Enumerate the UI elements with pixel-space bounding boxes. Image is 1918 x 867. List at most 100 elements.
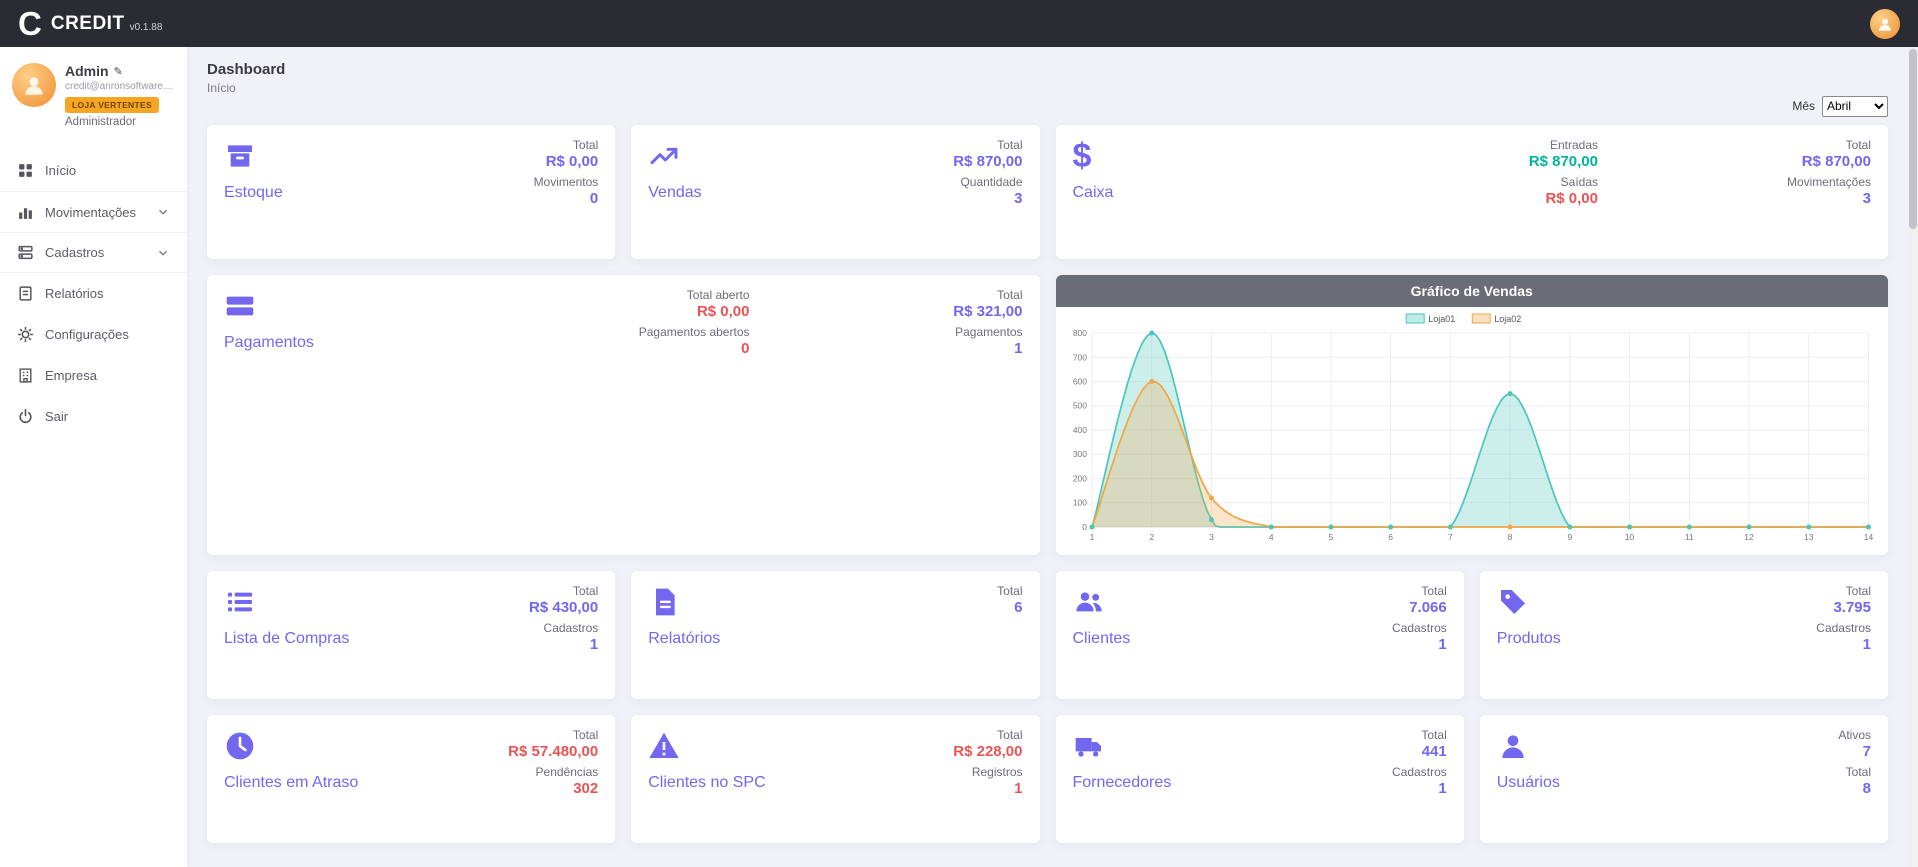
card-stats: Total R$ 430,00 Cadastros 1 <box>529 584 598 658</box>
card-stats: Total 7.066 Cadastros 1 <box>1392 584 1447 658</box>
svg-text:12: 12 <box>1744 532 1754 542</box>
svg-text:6: 6 <box>1388 532 1393 542</box>
sidebar-item-label: Cadastros <box>45 245 104 260</box>
card-stats: Total aberto R$ 0,00 Pagamentos abertos … <box>639 288 750 362</box>
list-icon <box>224 586 256 618</box>
svg-text:Loja02: Loja02 <box>1494 314 1521 324</box>
card-lista-de-compras[interactable]: Lista de Compras Total R$ 430,00 Cadastr… <box>207 571 615 699</box>
card-title[interactable]: Pagamentos <box>224 334 1023 352</box>
stat-value: 3 <box>953 190 1022 207</box>
card-clientes-em-atraso[interactable]: Clientes em Atraso Total R$ 57.480,00 Pe… <box>207 715 615 843</box>
svg-text:100: 100 <box>1072 498 1086 508</box>
sidebar-item-empresa[interactable]: Empresa <box>0 355 187 396</box>
month-label: Mês <box>1792 99 1815 113</box>
topbar: C CREDIT v0.1.88 <box>0 0 1918 47</box>
stat-label: Total <box>534 138 599 152</box>
stat-label: Total <box>1816 584 1871 598</box>
sidebar-item-movimentacoes[interactable]: Movimentações <box>0 191 187 232</box>
card-relatorios[interactable]: Relatórios Total 6 <box>631 571 1039 699</box>
stat-value: R$ 430,00 <box>529 599 598 616</box>
svg-text:3: 3 <box>1209 532 1214 542</box>
card-stats: Ativos 7 Total 8 <box>1838 728 1871 802</box>
svg-text:600: 600 <box>1072 377 1086 387</box>
user-avatar[interactable] <box>12 63 56 107</box>
card-clientes[interactable]: Clientes Total 7.066 Cadastros 1 <box>1056 571 1464 699</box>
sidebar-item-configuracoes[interactable]: Configurações <box>0 314 187 355</box>
stat-label: Movimentações <box>1787 175 1871 189</box>
card-stats: Total R$ 870,00 Movimentações 3 <box>1787 138 1871 212</box>
sidebar-item-cadastros[interactable]: Cadastros <box>0 232 187 273</box>
card-title[interactable]: Fornecedores <box>1073 774 1447 792</box>
user-profile: Admin ✎ credit@anronsoftware.co... LOJA … <box>0 47 187 140</box>
file-text-icon <box>648 586 680 618</box>
user-email: credit@anronsoftware.co... <box>65 81 175 92</box>
card-caixa[interactable]: $ Caixa Entradas R$ 870,00 Saídas R$ 0,0… <box>1056 125 1889 259</box>
card-stats: Total 441 Cadastros 1 <box>1392 728 1447 802</box>
sidebar-item-inicio[interactable]: Início <box>0 150 187 191</box>
edit-profile-icon[interactable]: ✎ <box>114 65 123 78</box>
topbar-user-avatar[interactable] <box>1870 9 1900 39</box>
stat-label: Cadastros <box>1816 621 1871 635</box>
svg-text:800: 800 <box>1072 328 1086 338</box>
card-usuarios[interactable]: Usuários Ativos 7 Total 8 <box>1480 715 1888 843</box>
month-select[interactable]: Abril <box>1822 96 1888 117</box>
sales-chart-panel: Gráfico de Vendas 0100200300400500600700… <box>1056 275 1889 555</box>
stat-value: R$ 321,00 <box>953 303 1022 320</box>
card-stats: Total R$ 228,00 Registros 1 <box>953 728 1022 802</box>
svg-text:2: 2 <box>1149 532 1154 542</box>
chart-title: Gráfico de Vendas <box>1056 275 1889 307</box>
stat-value: 7 <box>1838 743 1871 760</box>
building-icon <box>17 367 34 384</box>
sidebar-item-relatorios[interactable]: Relatórios <box>0 273 187 314</box>
card-fornecedores[interactable]: Fornecedores Total 441 Cadastros 1 <box>1056 715 1464 843</box>
stat-label: Total <box>508 728 598 742</box>
stat-label: Quantidade <box>953 175 1022 189</box>
card-stats: Total 3.795 Cadastros 1 <box>1816 584 1871 658</box>
stat-label: Cadastros <box>529 621 598 635</box>
card-vendas[interactable]: Vendas Total R$ 870,00 Quantidade 3 <box>631 125 1039 259</box>
stat-value: R$ 0,00 <box>534 153 599 170</box>
scrollbar[interactable] <box>1908 47 1918 867</box>
stat-label: Total aberto <box>639 288 750 302</box>
card-title[interactable]: Relatórios <box>648 630 1022 648</box>
scrollbar-thumb[interactable] <box>1909 49 1917 229</box>
stat-value: 1 <box>953 780 1022 797</box>
card-estoque[interactable]: Estoque Total R$ 0,00 Movimentos 0 <box>207 125 615 259</box>
stat-value: R$ 228,00 <box>953 743 1022 760</box>
svg-text:11: 11 <box>1684 532 1693 542</box>
card-stats: Total 6 <box>997 584 1022 621</box>
app-version: v0.1.88 <box>130 22 163 33</box>
svg-text:200: 200 <box>1072 474 1086 484</box>
stat-value: 1 <box>953 340 1022 357</box>
sidebar-item-label: Relatórios <box>45 286 104 301</box>
stat-label: Registros <box>953 765 1022 779</box>
svg-text:13: 13 <box>1804 532 1814 542</box>
breadcrumb: Início <box>207 81 1888 95</box>
user-name: Admin <box>65 63 109 79</box>
users-icon <box>1073 586 1105 618</box>
stat-value: 0 <box>534 190 599 207</box>
stat-label: Total <box>953 728 1022 742</box>
stat-value: R$ 870,00 <box>1529 153 1598 170</box>
svg-text:10: 10 <box>1624 532 1634 542</box>
stat-value: 8 <box>1838 780 1871 797</box>
card-pagamentos[interactable]: Pagamentos Total aberto R$ 0,00 Pagament… <box>207 275 1040 555</box>
cash-icon <box>224 290 256 322</box>
svg-text:5: 5 <box>1328 532 1333 542</box>
card-title[interactable]: Produtos <box>1497 630 1871 648</box>
sidebar-item-sair[interactable]: Sair <box>0 396 187 437</box>
stat-label: Entradas <box>1529 138 1598 152</box>
card-title[interactable]: Caixa <box>1073 184 1872 202</box>
card-title[interactable]: Usuários <box>1497 774 1871 792</box>
card-produtos[interactable]: Produtos Total 3.795 Cadastros 1 <box>1480 571 1888 699</box>
stat-label: Total <box>1838 765 1871 779</box>
card-clientes-no-spc[interactable]: Clientes no SPC Total R$ 228,00 Registro… <box>631 715 1039 843</box>
card-title[interactable]: Clientes <box>1073 630 1447 648</box>
svg-text:Loja01: Loja01 <box>1428 314 1455 324</box>
clipboard-icon <box>17 285 34 302</box>
layers-icon <box>17 244 34 261</box>
main-content: Dashboard Início Mês Abril Estoque Total… <box>187 47 1908 867</box>
user-icon <box>21 72 47 98</box>
svg-text:4: 4 <box>1268 532 1273 542</box>
svg-text:8: 8 <box>1507 532 1512 542</box>
